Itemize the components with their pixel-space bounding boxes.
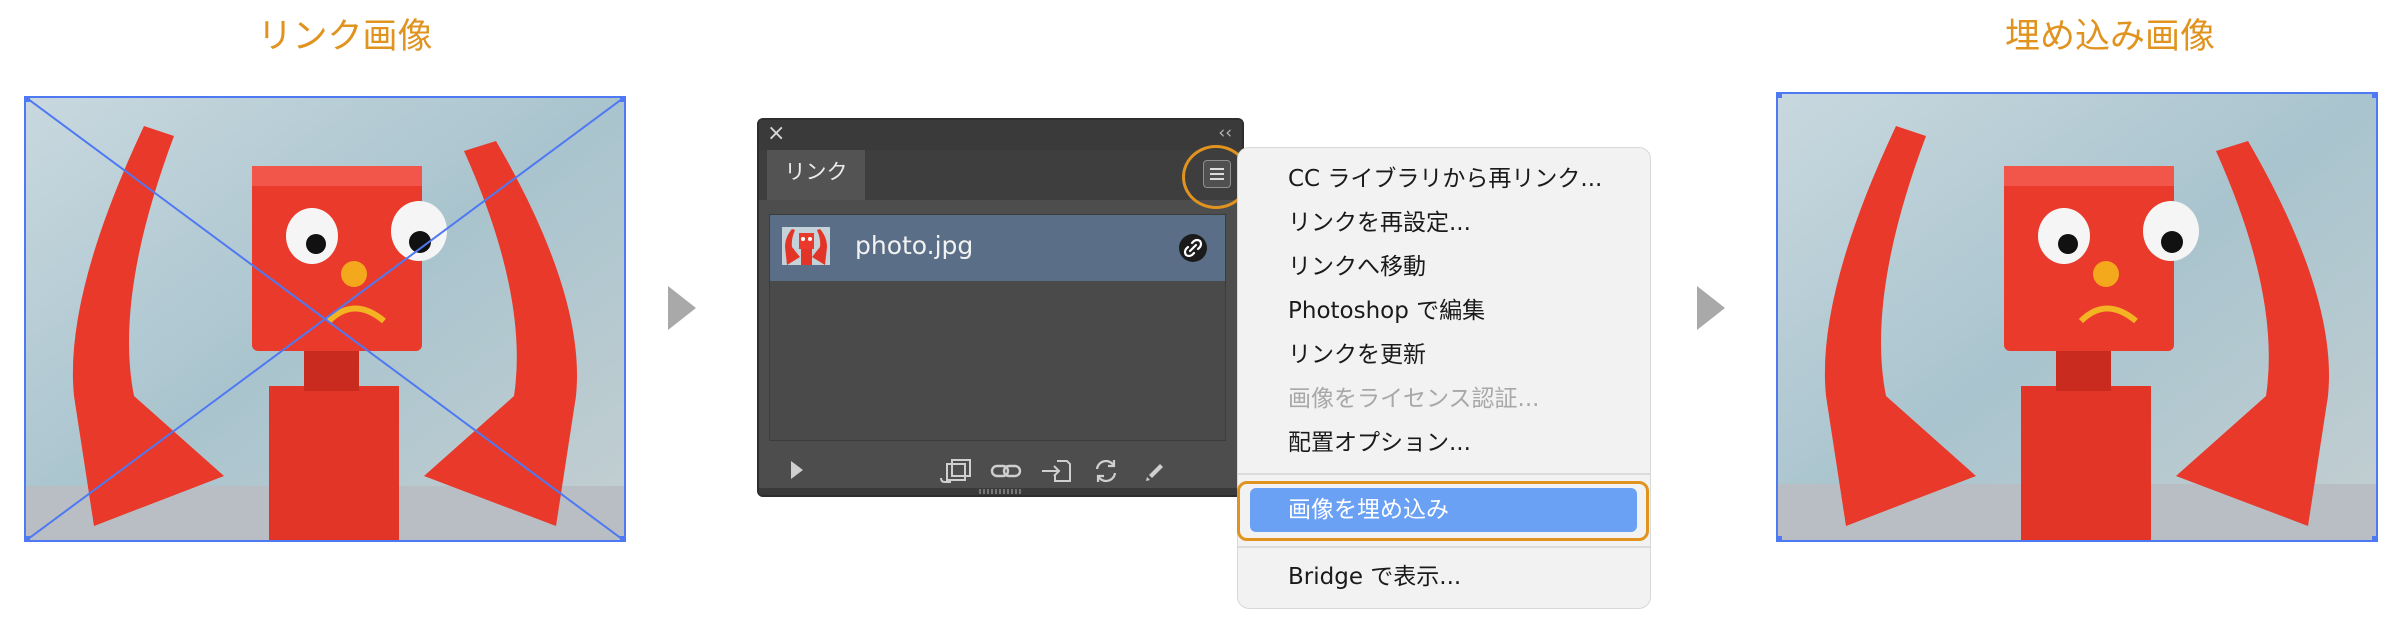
file-name: photo.jpg (855, 231, 974, 260)
menu-item-placement-options[interactable]: 配置オプション... (1288, 428, 1471, 458)
menu-separator (1238, 473, 1650, 475)
play-icon[interactable] (787, 456, 807, 484)
menu-item-goto-link[interactable]: リンクへ移動 (1288, 252, 1426, 282)
close-icon[interactable]: × (767, 122, 785, 146)
menu-separator (1238, 546, 1650, 548)
menu-item-relink[interactable]: リンクを再設定... (1288, 208, 1471, 238)
resize-grip[interactable] (759, 488, 1242, 495)
panel-titlebar: × ‹‹ (759, 120, 1242, 150)
menu-item-license-image: 画像をライセンス認証... (1288, 386, 1540, 412)
arrow-right-icon (1697, 286, 1725, 330)
arrow-right-icon (668, 286, 696, 330)
embedded-image-caption: 埋め込み画像 (2004, 17, 2215, 57)
links-panel: × ‹‹ リンク photo.jpg (757, 118, 1244, 497)
goto-link-icon[interactable] (1039, 456, 1075, 486)
file-thumbnail (782, 227, 830, 265)
embed-item-highlight (1237, 481, 1649, 541)
panel-tabrow: リンク (759, 150, 1242, 200)
update-icon[interactable] (1091, 456, 1121, 486)
linked-image-caption: リンク画像 (257, 17, 433, 57)
edit-original-icon[interactable] (1141, 456, 1171, 486)
tab-links[interactable]: リンク (767, 150, 865, 200)
links-list: photo.jpg (769, 214, 1226, 441)
embedded-image[interactable] (1776, 92, 2378, 542)
linked-image[interactable] (24, 96, 626, 542)
collapse-icon[interactable]: ‹‹ (1218, 122, 1232, 144)
linked-file-icon (1179, 234, 1207, 262)
menu-item-show-in-bridge[interactable]: Bridge で表示... (1288, 562, 1461, 592)
relink-cc-icon[interactable] (937, 456, 975, 486)
panel-toolbar (759, 450, 1242, 490)
menu-item-update-link[interactable]: リンクを更新 (1288, 340, 1426, 370)
list-item[interactable]: photo.jpg (770, 215, 1225, 281)
menu-item-edit-photoshop[interactable]: Photoshop で編集 (1288, 296, 1485, 326)
link-icon[interactable] (989, 456, 1023, 486)
menu-item-cc-relink[interactable]: CC ライブラリから再リンク... (1288, 164, 1602, 194)
